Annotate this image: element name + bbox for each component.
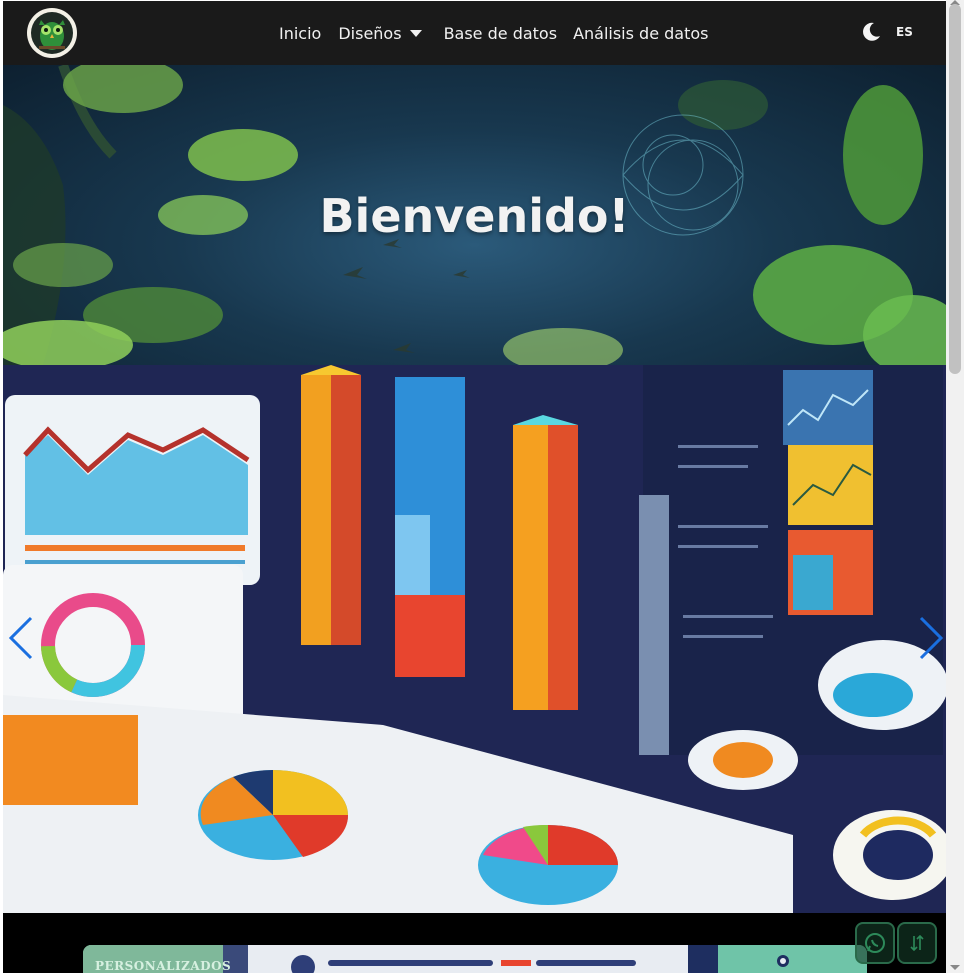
language-selector[interactable]: ES: [896, 25, 913, 39]
hero-banner: Bienvenido!: [3, 65, 946, 365]
chevron-left-icon[interactable]: [7, 615, 37, 661]
carousel-slide-image: [3, 365, 946, 913]
page: Inicio Diseños Base de datos Análisis de…: [3, 1, 946, 973]
scroll-down-icon[interactable]: [950, 965, 960, 970]
page-scrollbar[interactable]: [946, 0, 964, 973]
navbar: Inicio Diseños Base de datos Análisis de…: [3, 1, 946, 65]
sort-arrows-icon[interactable]: [897, 922, 937, 964]
floating-buttons: [855, 922, 937, 964]
bottom-section: PERSONALIZADOS: [3, 913, 946, 973]
nav-links: Inicio Diseños Base de datos Análisis de…: [279, 1, 709, 65]
nav-disenos-label: Diseños: [338, 23, 402, 43]
whatsapp-icon[interactable]: [855, 922, 895, 964]
moon-icon[interactable]: [860, 21, 882, 43]
caret-down-icon: [409, 29, 422, 37]
nav-base-de-datos[interactable]: Base de datos: [444, 24, 558, 43]
owl-logo-icon[interactable]: [27, 8, 77, 58]
card-label: PERSONALIZADOS: [95, 959, 232, 973]
nav-disenos-dropdown[interactable]: Diseños: [338, 23, 422, 43]
hero-title: Bienvenido!: [319, 189, 630, 243]
image-carousel: [3, 365, 946, 913]
personalizados-card[interactable]: PERSONALIZADOS: [83, 945, 867, 973]
scrollbar-thumb[interactable]: [949, 4, 961, 374]
nav-analisis-de-datos[interactable]: Análisis de datos: [573, 24, 708, 43]
nav-inicio[interactable]: Inicio: [279, 24, 321, 43]
chevron-right-icon[interactable]: [915, 615, 945, 661]
